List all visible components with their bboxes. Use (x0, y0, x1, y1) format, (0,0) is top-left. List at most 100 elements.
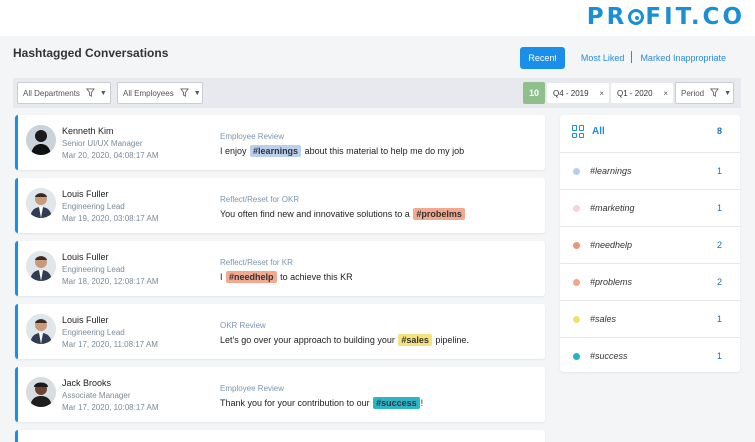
hashtag-badge[interactable]: #probelms (413, 208, 465, 220)
logo-target-icon (628, 9, 645, 25)
hashtag-count: 1 (716, 314, 722, 324)
hashtag-all-label: All (592, 126, 605, 137)
conversation-message: Let's go over your approach to building … (220, 334, 469, 346)
chevron-down-icon: ▼ (99, 89, 107, 97)
hashtag-filter-problems[interactable]: #problems 2 (560, 263, 740, 300)
filter-icon (85, 87, 95, 99)
message-text: I enjoy (220, 146, 247, 156)
message-text: to achieve this KR (280, 272, 353, 282)
person-name[interactable]: Kenneth Kim (62, 126, 114, 136)
hashtag-badge[interactable]: #needhelp (226, 271, 277, 283)
logo-text-end: FIT.CO (645, 4, 745, 30)
avatar (26, 188, 56, 218)
avatar (26, 314, 56, 344)
conversation-message: You often find new and innovative soluti… (220, 208, 466, 220)
tab-marked-inappropriate[interactable]: Marked Inappropriate (632, 53, 734, 63)
person-name[interactable]: Louis Fuller (62, 315, 109, 325)
hashtag-filter-marketing[interactable]: #marketing 1 (560, 189, 740, 226)
hashtag-count: 1 (716, 351, 722, 361)
hashtag-badge[interactable]: #learnings (250, 145, 302, 157)
message-text: ! (420, 398, 424, 408)
person-role: Engineering Lead (62, 265, 125, 274)
tab-recent[interactable]: Recent (520, 47, 565, 69)
grid-icon (572, 125, 585, 138)
conversation-timestamp: Mar 18, 2020, 12:08:17 AM (62, 277, 159, 286)
conversation-message: I #needhelp to achieve this KR (220, 271, 353, 283)
filter-count-badge: 10 (523, 82, 545, 104)
employee-select-value: All Employees (123, 88, 174, 98)
hashtag-label: #success (590, 351, 628, 361)
color-dot-icon (573, 168, 580, 175)
person-role: Senior UI/UX Manager (62, 139, 143, 148)
conversation-timestamp: Mar 19, 2020, 03:08:17 AM (62, 214, 159, 223)
employee-select[interactable]: All Employees ▼ (117, 82, 203, 104)
conversation-card[interactable]: Jack Brooks Associate Manager Mar 17, 20… (15, 367, 545, 422)
hashtag-filter-needhelp[interactable]: #needhelp 2 (560, 226, 740, 263)
hashtag-panel: All 8 #learnings 1 #marketing 1 #needhel… (560, 115, 740, 372)
conversation-type: OKR Review (220, 321, 266, 330)
hashtag-badge[interactable]: #sales (398, 334, 432, 346)
conversation-timestamp: Mar 17, 2020, 10:08:17 AM (62, 403, 159, 412)
person-role: Engineering Lead (62, 328, 125, 337)
color-dot-icon (573, 279, 580, 286)
conversation-type: Reflect/Reset for OKR (220, 195, 300, 204)
hashtag-label: #problems (590, 277, 633, 287)
close-icon[interactable]: × (599, 89, 604, 98)
person-name[interactable]: Louis Fuller (62, 252, 109, 262)
hashtag-filter-sales[interactable]: #sales 1 (560, 300, 740, 337)
message-text: I (220, 272, 223, 282)
close-icon[interactable]: × (663, 89, 668, 98)
conversation-message: I enjoy #learnings about this material t… (220, 145, 464, 157)
message-text: Thank you for your contribution to our (220, 398, 370, 408)
top-bar: PR FIT.CO (0, 0, 755, 36)
color-dot-icon (573, 316, 580, 323)
message-text: about this material to help me do my job (304, 146, 465, 156)
message-text: You often find new and innovative soluti… (220, 209, 410, 219)
conversation-card[interactable]: Louis Fuller Engineering Lead Mar 19, 20… (15, 178, 545, 233)
tab-most-liked[interactable]: Most Liked (573, 53, 633, 63)
quarter-chip-label: Q4 - 2019 (553, 88, 589, 98)
person-role: Engineering Lead (62, 202, 125, 211)
tab-separator (556, 51, 557, 63)
avatar (26, 251, 56, 281)
quarter-chip: Q4 - 2019 × (547, 83, 609, 103)
person-name[interactable]: Jack Brooks (62, 378, 111, 388)
page-title: Hashtagged Conversations (13, 46, 169, 60)
period-select-value: Period (681, 88, 705, 98)
person-name[interactable]: Louis Fuller (62, 189, 109, 199)
department-select[interactable]: All Departments ▼ (17, 82, 111, 104)
hashtag-badge[interactable]: #success (373, 397, 420, 409)
conversation-card[interactable]: Kenneth Kim Senior UI/UX Manager Mar 20,… (15, 115, 545, 170)
conversation-card[interactable] (15, 430, 545, 442)
conversation-card[interactable]: Louis Fuller Engineering Lead Mar 17, 20… (15, 304, 545, 359)
filter-bar: All Departments ▼ All Employees ▼ 10 Q4 … (13, 78, 741, 108)
conversation-type: Employee Review (220, 384, 285, 393)
logo-text-start: PR (586, 4, 628, 30)
hashtag-filter-success[interactable]: #success 1 (560, 337, 740, 374)
message-text: Let's go over your approach to building … (220, 335, 395, 345)
message-text: pipeline. (435, 335, 469, 345)
hashtag-label: #marketing (590, 203, 635, 213)
person-role: Associate Manager (62, 391, 131, 400)
avatar (26, 377, 56, 407)
conversation-card[interactable]: Louis Fuller Engineering Lead Mar 18, 20… (15, 241, 545, 296)
hashtag-label: #learnings (590, 166, 632, 176)
conversation-type: Reflect/Reset for KR (220, 258, 293, 267)
filter-icon (179, 87, 189, 99)
profit-logo[interactable]: PR FIT.CO (587, 4, 745, 30)
color-dot-icon (573, 205, 580, 212)
hashtag-filter-learnings[interactable]: #learnings 1 (560, 152, 740, 189)
conversation-message: Thank you for your contribution to our #… (220, 397, 423, 409)
period-select[interactable]: Period ▼ (675, 82, 734, 104)
view-tabs: Recent Most Liked Marked Inappropriate (520, 47, 734, 69)
chevron-down-icon: ▼ (724, 89, 732, 97)
quarter-chip-label: Q1 - 2020 (617, 88, 653, 98)
hashtag-label: #sales (590, 314, 617, 324)
filter-icon (710, 87, 720, 99)
conversation-type: Employee Review (220, 132, 285, 141)
quarter-chip: Q1 - 2020 × (611, 83, 673, 103)
avatar (26, 125, 56, 155)
tab-separator (631, 51, 632, 63)
hashtag-filter-all[interactable]: All 8 (560, 115, 740, 152)
color-dot-icon (573, 242, 580, 249)
